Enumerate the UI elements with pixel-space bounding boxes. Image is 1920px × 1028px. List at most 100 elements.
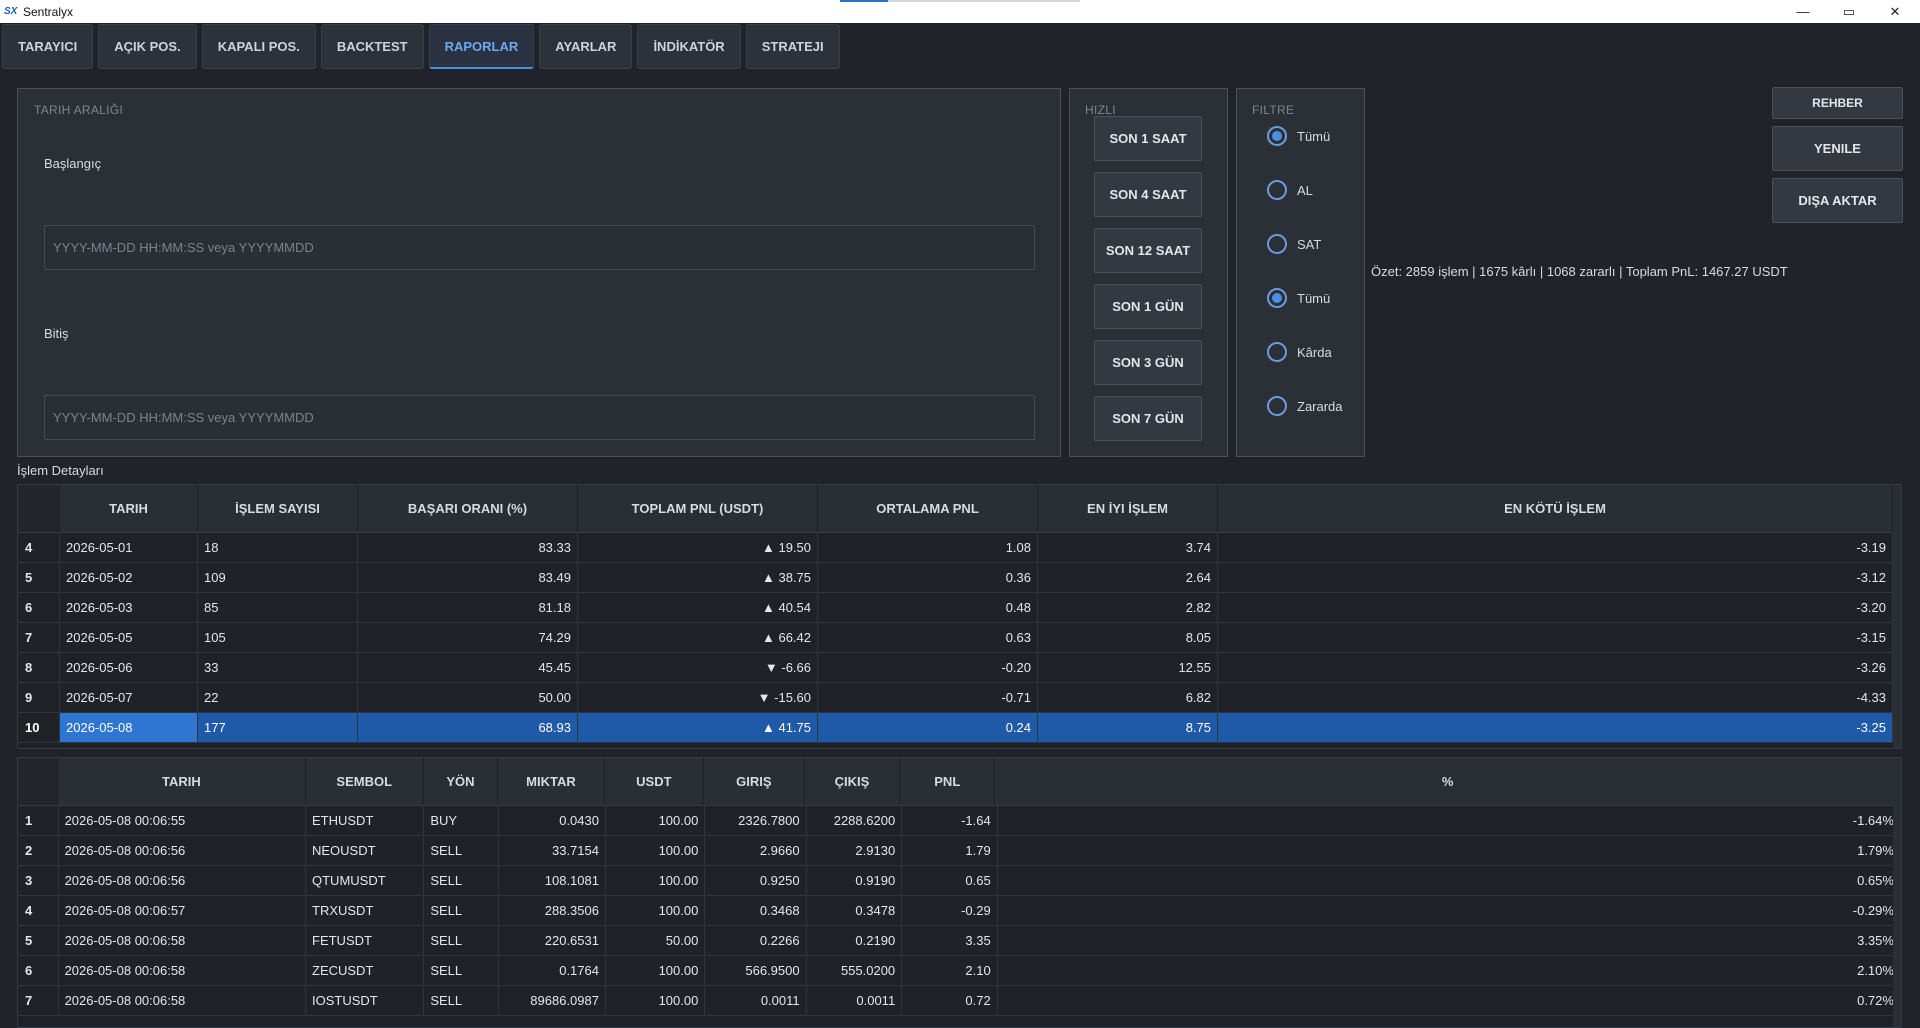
minimize-icon[interactable]: — (1780, 0, 1826, 23)
column-header[interactable]: GIRIŞ (704, 758, 805, 805)
radio-icon[interactable] (1267, 234, 1287, 254)
column-header[interactable]: % (995, 758, 1901, 805)
tab-2[interactable]: KAPALI POS. (201, 24, 316, 69)
table-row[interactable]: 6 2026-05-08 00:06:58 ZECUSDT SELL 0.1764 100… (18, 956, 1901, 986)
row-index[interactable]: 2 (18, 836, 59, 865)
table-cell: -4.33 (1218, 683, 1893, 712)
table-cell: 81.18 (358, 593, 578, 622)
column-header[interactable]: BAŞARI ORANI (%) (358, 485, 578, 532)
column-header[interactable]: ORTALAMA PNL (818, 485, 1038, 532)
column-header[interactable]: TARIH (60, 485, 198, 532)
vertical-scrollbar[interactable] (1893, 758, 1901, 1027)
details-label: İşlem Detayları (17, 463, 104, 478)
table-row[interactable]: 10 2026-05-08 177 68.93 ▲ 41.75 0.24 8.75 -3.25 (18, 713, 1901, 743)
quick-title: HIZLI (1085, 103, 1116, 117)
maximize-icon[interactable]: ▭ (1826, 0, 1872, 23)
table-row[interactable]: 4 2026-05-01 18 83.33 ▲ 19.50 1.08 3.74 -3.19 (18, 533, 1901, 563)
table-cell: 3.35% (998, 926, 1901, 955)
tab-1[interactable]: AÇIK POS. (98, 24, 197, 69)
refresh-button[interactable]: YENILE (1772, 126, 1903, 171)
row-index[interactable]: 5 (18, 563, 60, 592)
end-date-input[interactable]: YYYY-MM-DD HH:MM:SS veya YYYYMMDD (44, 395, 1035, 440)
radio-icon[interactable] (1267, 396, 1287, 416)
table-row[interactable]: 5 2026-05-02 109 83.49 ▲ 38.75 0.36 2.64 -3.12 (18, 563, 1901, 593)
column-header[interactable]: EN KÖTÜ İŞLEM (1218, 485, 1893, 532)
tab-5[interactable]: AYARLAR (539, 24, 633, 69)
row-index[interactable]: 9 (18, 683, 60, 712)
tab-7[interactable]: STRATEJI (745, 24, 840, 69)
quick-button-5[interactable]: SON 7 GÜN (1094, 396, 1202, 441)
filter-option-2[interactable]: SAT (1267, 234, 1321, 254)
column-header[interactable]: ÇIKIŞ (805, 758, 901, 805)
table-row[interactable]: 4 2026-05-08 00:06:57 TRXUSDT SELL 288.3506 1… (18, 896, 1901, 926)
table-row[interactable]: 7 2026-05-05 105 74.29 ▲ 66.42 0.63 8.05 -3.15 (18, 623, 1901, 653)
filter-option-5[interactable]: Zararda (1267, 396, 1343, 416)
table-row[interactable]: 9 2026-05-07 22 50.00 ▼ -15.60 -0.71 6.82 -4.33 (18, 683, 1901, 713)
radio-icon[interactable] (1267, 288, 1287, 308)
table-row[interactable]: 3 2026-05-08 00:06:56 QTUMUSDT SELL 108.1081… (18, 866, 1901, 896)
column-header[interactable]: SEMBOL (306, 758, 424, 805)
tab-4[interactable]: RAPORLAR (428, 24, 535, 69)
column-header[interactable]: TARIH (58, 758, 306, 805)
row-index[interactable]: 6 (18, 956, 59, 985)
row-index[interactable]: 1 (18, 806, 59, 835)
radio-icon[interactable] (1267, 126, 1287, 146)
table-cell: 100.00 (606, 836, 706, 865)
filter-option-0[interactable]: Tümü (1267, 126, 1330, 146)
quick-button-0[interactable]: SON 1 SAAT (1094, 116, 1202, 161)
table-cell: 2026-05-06 (60, 653, 198, 682)
table-cell: 74.29 (358, 623, 578, 652)
start-date-input[interactable]: YYYY-MM-DD HH:MM:SS veya YYYYMMDD (44, 225, 1035, 270)
row-index[interactable]: 10 (18, 713, 60, 742)
radio-icon[interactable] (1267, 180, 1287, 200)
main-tabs: TARAYICI AÇIK POS. KAPALI POS. BACKTEST RAPO… (2, 24, 845, 69)
column-header[interactable]: USDT (605, 758, 704, 805)
close-icon[interactable]: ✕ (1872, 0, 1918, 23)
row-index[interactable]: 7 (18, 623, 60, 652)
column-header[interactable]: YÖN (424, 758, 499, 805)
row-index[interactable]: 6 (18, 593, 60, 622)
table-row[interactable]: 8 2026-05-06 33 45.45 ▼ -6.66 -0.20 12.55 -3.26 (18, 653, 1901, 683)
guide-button[interactable]: REHBER (1772, 87, 1903, 119)
column-header[interactable]: EN İYI İŞLEM (1038, 485, 1218, 532)
tab-6[interactable]: İNDİKATÖR (637, 24, 741, 69)
table-cell: ▲ 66.42 (578, 623, 818, 652)
table-cell: 0.48 (818, 593, 1038, 622)
quick-button-1[interactable]: SON 4 SAAT (1094, 172, 1202, 217)
vertical-scrollbar[interactable] (1893, 485, 1901, 748)
title-bar: SX Sentralyx — ▭ ✕ (0, 0, 1920, 23)
column-header[interactable]: TOPLAM PNL (USDT) (578, 485, 818, 532)
row-index[interactable]: 8 (18, 653, 60, 682)
row-index[interactable]: 4 (18, 896, 59, 925)
radio-icon[interactable] (1267, 342, 1287, 362)
filter-option-1[interactable]: AL (1267, 180, 1313, 200)
quick-button-2[interactable]: SON 12 SAAT (1094, 228, 1202, 273)
quick-button-3[interactable]: SON 1 GÜN (1094, 284, 1202, 329)
table-cell: 0.3468 (705, 896, 807, 925)
table-cell: 50.00 (606, 926, 706, 955)
column-header[interactable]: İŞLEM SAYISI (198, 485, 358, 532)
export-button[interactable]: DIŞA AKTAR (1772, 178, 1903, 223)
table-row[interactable]: 1 2026-05-08 00:06:55 ETHUSDT BUY 0.0430 100.… (18, 806, 1901, 836)
column-header[interactable]: MIKTAR (498, 758, 605, 805)
row-index[interactable]: 3 (18, 866, 59, 895)
table-row[interactable]: 6 2026-05-03 85 81.18 ▲ 40.54 0.48 2.82 -3.20 (18, 593, 1901, 623)
tab-3[interactable]: BACKTEST (320, 24, 424, 69)
filter-option-4[interactable]: Kârda (1267, 342, 1332, 362)
tab-0[interactable]: TARAYICI (2, 24, 94, 69)
table-row[interactable]: 7 2026-05-08 00:06:58 IOSTUSDT SELL 89686.09… (18, 986, 1901, 1016)
table-cell: 22 (198, 683, 358, 712)
table-cell: 0.0011 (807, 986, 903, 1015)
table-cell: 100.00 (606, 896, 706, 925)
table-cell: 0.0011 (705, 986, 807, 1015)
row-index[interactable]: 4 (18, 533, 60, 562)
table-row[interactable]: 2 2026-05-08 00:06:56 NEOUSDT SELL 33.7154 10… (18, 836, 1901, 866)
row-index[interactable]: 7 (18, 986, 59, 1015)
table-row[interactable]: 5 2026-05-08 00:06:58 FETUSDT SELL 220.6531 5… (18, 926, 1901, 956)
filter-option-label: SAT (1297, 236, 1322, 252)
row-index[interactable]: 5 (18, 926, 59, 955)
filter-option-3[interactable]: Tümü (1267, 288, 1330, 308)
table-header: TARIH İŞLEM SAYISI BAŞARI ORANI (%) TOPLAM … (18, 485, 1901, 533)
column-header[interactable]: PNL (900, 758, 996, 805)
quick-button-4[interactable]: SON 3 GÜN (1094, 340, 1202, 385)
